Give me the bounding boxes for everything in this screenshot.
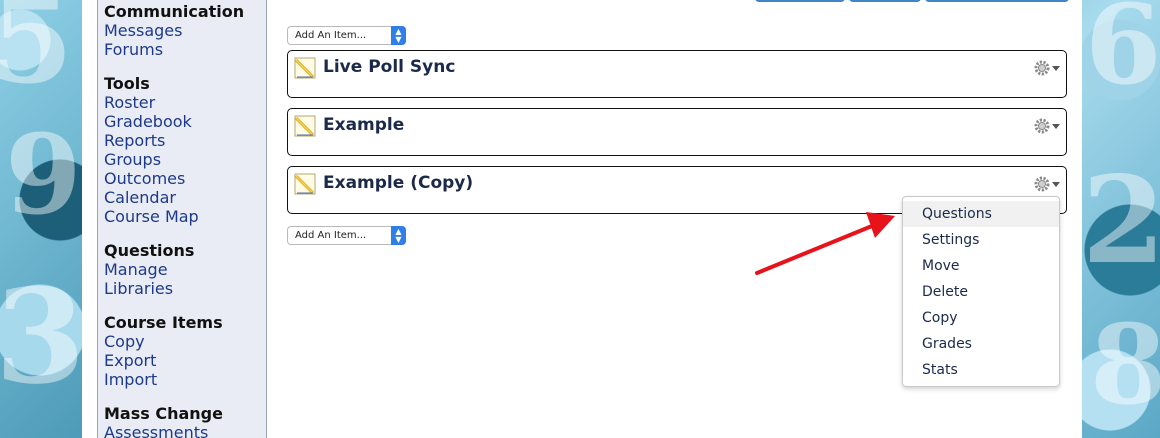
add-item-select-value: Add An Item... <box>295 230 367 241</box>
sidebar-heading: Mass Change <box>104 404 223 423</box>
sidebar-heading: Communication <box>104 2 245 21</box>
add-item-select-bottom[interactable]: Add An Item... ▲ ▼ <box>287 226 406 245</box>
sidebar-link-assessments[interactable]: Assessments <box>104 423 266 438</box>
decorative-numeral: 3 <box>0 260 86 413</box>
gear-icon <box>1034 118 1050 134</box>
sidebar-link-outcomes[interactable]: Outcomes <box>104 169 266 188</box>
header-button[interactable] <box>925 0 1069 2</box>
gear-icon <box>1034 176 1050 192</box>
sidebar-link-course-map[interactable]: Course Map <box>104 207 266 226</box>
decorative-numeral: 2 <box>1082 150 1160 291</box>
sidebar-section-mass-change: Mass Change Assessments <box>104 404 266 438</box>
course-item-title[interactable]: Example <box>323 115 404 135</box>
menu-item-delete[interactable]: Delete <box>903 279 1059 305</box>
item-settings-menu[interactable] <box>1034 59 1060 77</box>
sidebar: Communication Messages Forums Tools Rost… <box>97 0 267 438</box>
decorative-numeral: 5 <box>0 0 74 111</box>
item-settings-menu[interactable] <box>1034 117 1060 135</box>
sidebar-link-reports[interactable]: Reports <box>104 131 266 150</box>
chevron-down-icon <box>1052 123 1060 129</box>
header-button[interactable] <box>755 0 845 2</box>
sidebar-link-gradebook[interactable]: Gradebook <box>104 112 266 131</box>
menu-item-questions[interactable]: Questions <box>903 201 1059 227</box>
course-item-title[interactable]: Example (Copy) <box>323 173 473 193</box>
gear-icon <box>1034 60 1050 76</box>
decorative-numeral: 6 <box>1085 0 1160 109</box>
assessment-icon <box>294 173 316 195</box>
add-item-select-top[interactable]: Add An Item... ▲ ▼ <box>287 26 406 45</box>
sidebar-link-import[interactable]: Import <box>104 370 266 389</box>
sidebar-section-communication: Communication Messages Forums <box>104 2 266 59</box>
sidebar-link-export[interactable]: Export <box>104 351 266 370</box>
select-chevron-icon: ▲ ▼ <box>391 26 406 45</box>
sidebar-link-forums[interactable]: Forums <box>104 40 266 59</box>
menu-item-settings[interactable]: Settings <box>903 227 1059 253</box>
sidebar-heading: Questions <box>104 241 195 260</box>
course-item-live-poll-sync[interactable]: Live Poll Sync <box>287 50 1067 98</box>
item-settings-menu[interactable] <box>1034 175 1060 193</box>
sidebar-section-tools: Tools Roster Gradebook Reports Groups Ou… <box>104 74 266 226</box>
sidebar-link-manage[interactable]: Manage <box>104 260 266 279</box>
course-item-example[interactable]: Example <box>287 108 1067 156</box>
menu-item-move[interactable]: Move <box>903 253 1059 279</box>
menu-item-stats[interactable]: Stats <box>903 357 1059 383</box>
menu-item-copy[interactable]: Copy <box>903 305 1059 331</box>
add-item-select-value: Add An Item... <box>295 30 367 41</box>
sidebar-section-questions: Questions Manage Libraries <box>104 241 266 298</box>
assessment-icon <box>294 57 316 79</box>
sidebar-section-course-items: Course Items Copy Export Import <box>104 313 266 389</box>
header-button[interactable] <box>849 0 921 2</box>
course-item-title[interactable]: Live Poll Sync <box>323 57 455 77</box>
sidebar-heading: Tools <box>104 74 150 93</box>
sidebar-link-groups[interactable]: Groups <box>104 150 266 169</box>
decorative-numeral: 8 <box>1090 300 1160 429</box>
header-buttons <box>755 0 1069 2</box>
select-chevron-icon: ▲ ▼ <box>391 226 406 245</box>
chevron-down-icon <box>1052 65 1060 71</box>
sidebar-link-messages[interactable]: Messages <box>104 21 266 40</box>
decorative-numeral: 9 <box>5 110 82 239</box>
item-context-menu: Questions Settings Move Delete Copy Grad… <box>902 196 1060 387</box>
assessment-icon <box>294 115 316 137</box>
chevron-down-icon <box>1052 181 1060 187</box>
sidebar-link-libraries[interactable]: Libraries <box>104 279 266 298</box>
sidebar-link-roster[interactable]: Roster <box>104 93 266 112</box>
sidebar-heading: Course Items <box>104 313 223 332</box>
sidebar-link-copy[interactable]: Copy <box>104 332 266 351</box>
menu-item-grades[interactable]: Grades <box>903 331 1059 357</box>
sidebar-link-calendar[interactable]: Calendar <box>104 188 266 207</box>
